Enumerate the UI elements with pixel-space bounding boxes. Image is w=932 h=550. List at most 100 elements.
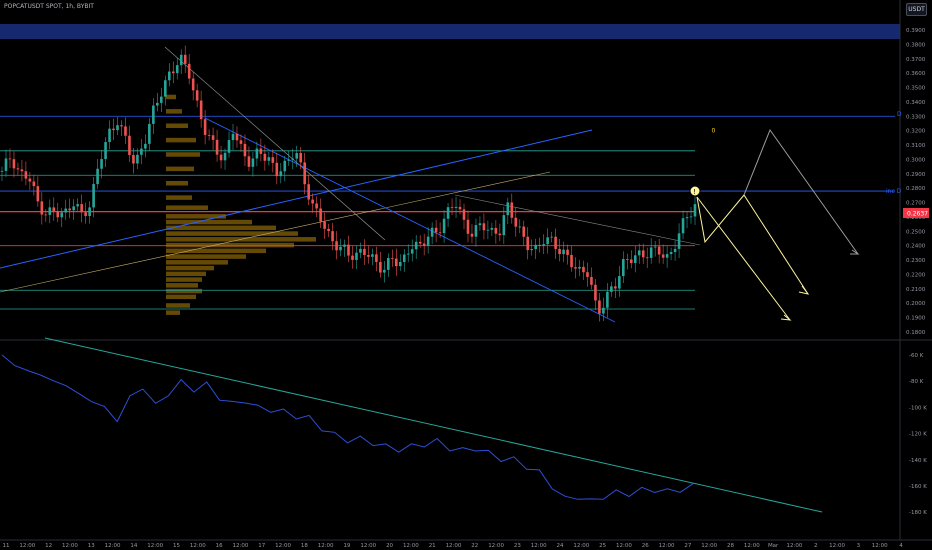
time-axis-tick: 12:00 [701, 543, 717, 549]
candle-body [163, 80, 167, 97]
candle-body [402, 254, 406, 263]
supply-zone[interactable] [0, 24, 900, 39]
candle-body [514, 217, 518, 227]
time-axis-tick: 12:00 [829, 543, 845, 549]
candle-body [506, 202, 510, 216]
price-axis-tick: 0.3700 [906, 57, 926, 63]
candle-body [383, 269, 386, 273]
candle-body [44, 214, 48, 216]
projection-paths [696, 128, 860, 321]
d-label: D [897, 111, 902, 118]
candle-body [490, 227, 494, 230]
zero-marker: 0 [712, 128, 716, 135]
candle-body [598, 300, 601, 314]
candle-body [219, 154, 223, 161]
candle-body [259, 148, 263, 154]
indicator-series-line[interactable] [1, 354, 694, 500]
volume-profile-bar [166, 123, 188, 128]
candle-body [327, 228, 330, 232]
time-axis-tick: 14 [130, 543, 137, 549]
time-axis-tick: 27 [684, 543, 691, 549]
time-axis-tick: 12:00 [488, 543, 504, 549]
price-axis-tick: 0.2700 [906, 201, 926, 207]
volume-profile-bar [166, 152, 200, 157]
candle-body [570, 254, 573, 268]
projection-path[interactable] [696, 196, 791, 321]
candle-body [661, 254, 665, 258]
candle-body [458, 206, 462, 210]
trendline[interactable] [44, 337, 823, 513]
time-axis-tick: 20 [386, 543, 393, 549]
price-axis-tick: 0.2200 [906, 272, 926, 278]
candle-body [622, 259, 625, 277]
candle-body [375, 254, 378, 262]
inc-d-label: inc D [886, 188, 902, 195]
candle-body [665, 254, 669, 258]
candle-body [343, 244, 346, 247]
candle-body [398, 262, 402, 267]
price-axis-tick: 0.2900 [906, 172, 926, 178]
indicator-axis-tick: -80 K [909, 379, 924, 385]
candle-body [88, 207, 91, 216]
candle-body [32, 181, 36, 187]
candle-body [60, 212, 64, 218]
candle-body [677, 233, 681, 249]
volume-profile-bar [166, 288, 202, 294]
candle-body [410, 249, 414, 254]
candle-body [466, 219, 470, 234]
candle-body [367, 255, 370, 257]
candle-body [56, 211, 60, 218]
volume-profile-bar [166, 180, 188, 186]
price-axis-tick: 0.3900 [906, 28, 926, 34]
candle-body [199, 100, 203, 120]
candle-body [371, 254, 374, 257]
time-axis-tick: 12:00 [105, 543, 121, 549]
candle-body [645, 257, 649, 259]
candle-body [669, 252, 673, 255]
candle-body [235, 133, 239, 141]
candle-body [16, 168, 20, 170]
projection-path[interactable] [696, 194, 809, 295]
price-axis-tick: 0.3400 [906, 100, 926, 106]
trendline[interactable] [204, 117, 616, 323]
projection-path[interactable] [743, 128, 859, 255]
alert-marker-glyph: ! [693, 188, 696, 196]
candle-body [227, 140, 231, 153]
time-axis-tick: 24 [557, 543, 564, 549]
candle-body [100, 159, 103, 169]
trendline[interactable] [454, 194, 701, 246]
candle-body [498, 233, 502, 236]
volume-profile-bar [166, 254, 246, 259]
indicator-axis: -60 K -80 K -100 K -120 K -140 K -160 K -180 K [909, 353, 927, 516]
time-axis-tick: 12:00 [744, 543, 760, 549]
candle-body [359, 248, 362, 253]
volume-profile-bar [166, 231, 298, 236]
time-axis-tick: 12 [45, 543, 52, 549]
time-axis-tick: 12:00 [616, 543, 632, 549]
candle-body [160, 96, 163, 103]
candle-body [243, 143, 247, 157]
candle-body [681, 218, 685, 234]
candle-body [586, 272, 589, 277]
price-axis-tick: 0.2100 [906, 287, 926, 293]
time-axis-tick: 12:00 [360, 543, 376, 549]
candle-body [438, 232, 442, 234]
price-axis-tick: 0.3800 [906, 42, 926, 48]
price-axis-tick: 0.3300 [906, 114, 926, 120]
candle-body [8, 158, 12, 160]
candle-body [530, 249, 534, 251]
candle-body [291, 158, 295, 160]
candle-body [187, 63, 191, 79]
time-axis-tick: 12:00 [232, 543, 248, 549]
candle-body [72, 206, 75, 211]
time-axis-tick: 15 [173, 543, 180, 549]
time-axis-tick: 12:00 [446, 543, 462, 549]
chart-canvas[interactable]: 0.3900 0.3800 0.3700 0.3600 0.3500 0.3400 0.33… [0, 0, 932, 550]
volume-profile-bar [166, 109, 182, 114]
candle-body [534, 244, 537, 250]
candle-body [614, 286, 617, 289]
candle-body [462, 209, 466, 220]
price-axis-tick: 0.3100 [906, 143, 926, 149]
candle-body [171, 71, 175, 74]
candle-body [542, 244, 545, 246]
